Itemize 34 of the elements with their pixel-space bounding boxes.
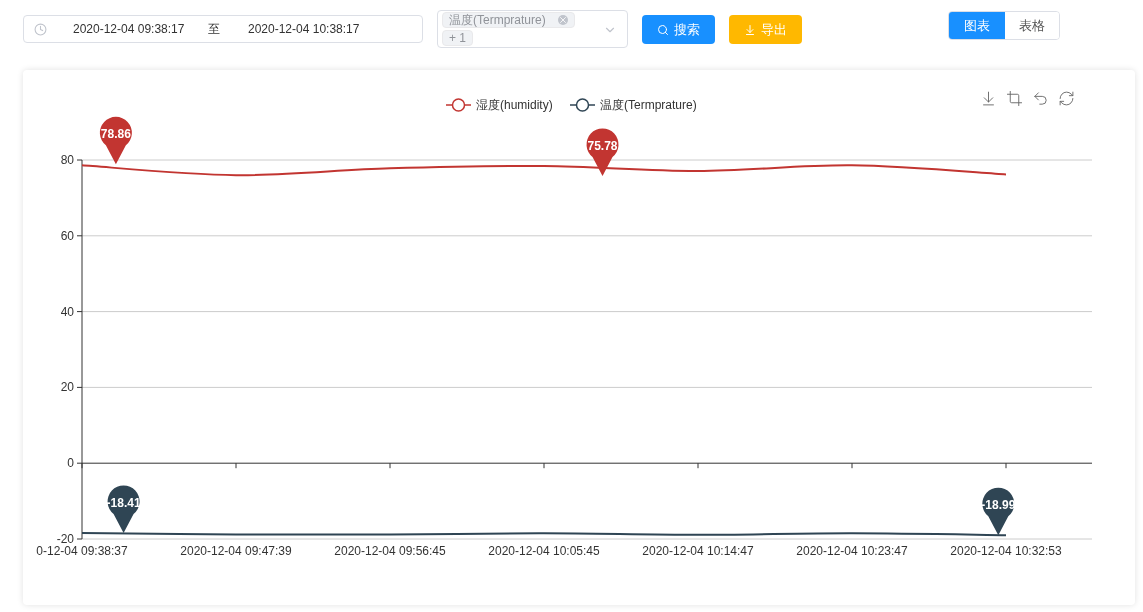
marker-label: 75.78 bbox=[587, 139, 618, 153]
axis-tick-label: 60 bbox=[60, 228, 74, 243]
range-separator: 至 bbox=[208, 21, 221, 38]
axis-tick-label: 2020-12-04 10:05:45 bbox=[488, 544, 600, 558]
axis-tick-label: 80 bbox=[60, 153, 74, 167]
axis-tick-label: 2020-12-04 09:56:45 bbox=[334, 544, 446, 558]
axis-tick-label: -20 bbox=[56, 532, 74, 546]
more-tag: + 1 bbox=[442, 30, 473, 46]
marker-label: 78.86 bbox=[100, 127, 131, 142]
crop-icon[interactable] bbox=[1006, 90, 1023, 107]
axis-tick-label: 2020-12-04 09:47:39 bbox=[180, 544, 292, 558]
clock-icon bbox=[34, 22, 47, 36]
search-icon bbox=[657, 23, 669, 36]
legend-label[interactable]: 温度(Termprature) bbox=[600, 98, 697, 112]
axis-tick-label: 20 bbox=[60, 380, 74, 395]
end-date: 2020-12-04 10:38:17 bbox=[248, 21, 360, 38]
axis-tick-label: 0 bbox=[67, 456, 74, 471]
axis-tick-label: 2020-12-04 10:32:53 bbox=[950, 544, 1062, 558]
marker-pin bbox=[99, 116, 132, 165]
axis-tick-label: 0-12-04 09:38:37 bbox=[36, 544, 128, 558]
axis-tick-label: 40 bbox=[60, 304, 74, 319]
undo-icon[interactable] bbox=[1032, 90, 1049, 107]
legend-line-icon[interactable] bbox=[445, 98, 472, 112]
axis-tick-label: 2020-12-04 10:14:47 bbox=[642, 544, 754, 558]
legend-label[interactable]: 湿度(humidity) bbox=[476, 98, 553, 112]
axis-tick-label: 2020-12-04 10:23:47 bbox=[796, 544, 908, 558]
date-range-field[interactable]: 2020-12-04 09:38:17 至 2020-12-04 10:38:17 bbox=[23, 15, 423, 43]
download-icon[interactable] bbox=[980, 90, 997, 107]
legend-line-icon[interactable] bbox=[569, 98, 596, 112]
marker-pin bbox=[586, 128, 619, 176]
refresh-icon[interactable] bbox=[1058, 90, 1075, 107]
download-icon bbox=[744, 23, 756, 36]
select-tag: 温度(Termprature) bbox=[442, 12, 575, 28]
start-date: 2020-12-04 09:38:17 bbox=[73, 21, 186, 38]
